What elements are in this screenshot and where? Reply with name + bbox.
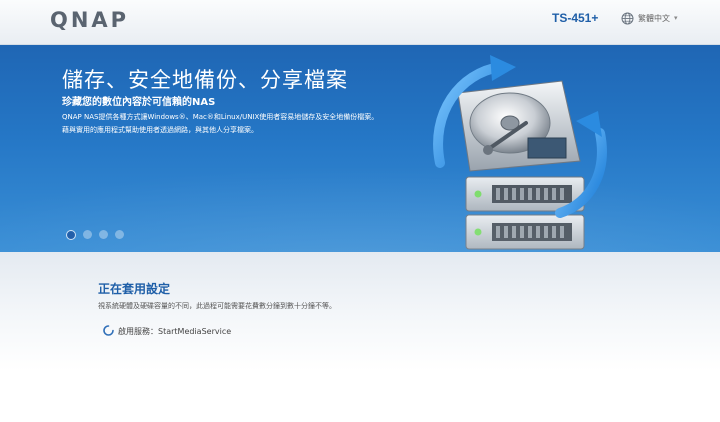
language-selector[interactable]: 繁體中文 ▾ (621, 10, 678, 26)
model-name: TS-451+ (552, 11, 599, 25)
carousel-dot-3[interactable] (99, 230, 108, 239)
banner-headline: 儲存、安全地備份、分享檔案 (62, 68, 348, 92)
carousel-dot-4[interactable] (115, 230, 124, 239)
carousel-dot-2[interactable] (83, 230, 92, 239)
service-label: 啟用服務：StartMediaService (118, 327, 232, 336)
chevron-down-icon: ▾ (674, 14, 678, 22)
service-status-row: 啟用服務：StartMediaService (103, 325, 231, 338)
banner-description: QNAP NAS提供各種方式讓Windows®、Mac®和Linux/UNIX使… (62, 113, 379, 134)
globe-icon (621, 12, 634, 25)
hard-drive-sync-icon (430, 53, 610, 252)
carousel-dot-1[interactable] (66, 230, 76, 240)
spinner-icon (103, 325, 114, 338)
top-header: QNAP TS-451+ 繁體中文 ▾ (0, 0, 720, 45)
language-label: 繁體中文 (638, 13, 670, 23)
banner-subhead: 珍藏您的數位內容於可信賴的NAS (62, 97, 216, 108)
status-description: 視系統硬體及硬碟容量的不同，此過程可能需要花費數分鐘到數十分鐘不等。 (98, 302, 336, 310)
feature-banner: 儲存、安全地備份、分享檔案 珍藏您的數位內容於可信賴的NAS QNAP NAS提… (0, 45, 720, 252)
status-panel: 正在套用設定 視系統硬體及硬碟容量的不同，此過程可能需要花費數分鐘到數十分鐘不等… (0, 252, 720, 422)
qnap-logo: QNAP (50, 8, 130, 32)
status-title: 正在套用設定 (98, 282, 171, 296)
carousel-pager (66, 230, 124, 240)
